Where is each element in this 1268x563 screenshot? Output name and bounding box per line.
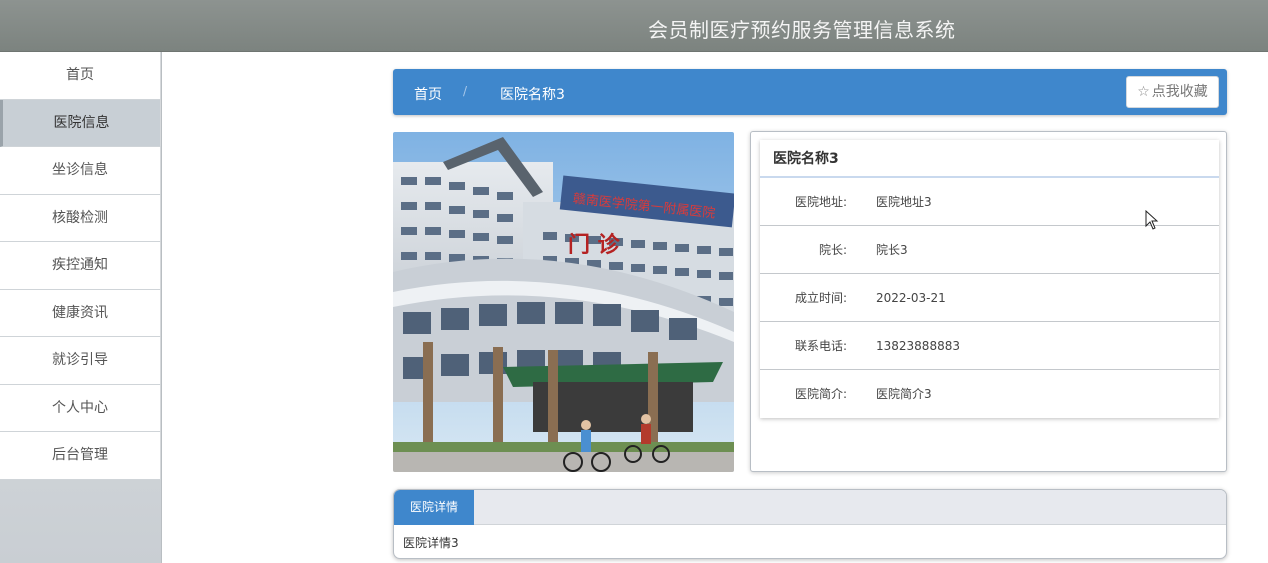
sidebar-nav: 首页 医院信息 坐诊信息 核酸检测 疾控通知 健康资讯 就诊引导 个人中心 后台… bbox=[0, 52, 162, 563]
sidebar-item-cdc-notice[interactable]: 疾控通知 bbox=[0, 242, 161, 290]
clinic-sign-text: 门 诊 bbox=[568, 232, 621, 258]
address-label: 医院地址: bbox=[794, 195, 847, 209]
hospital-detail-panel: 医院详情 医院详情3 bbox=[393, 489, 1227, 559]
info-row-phone: 联系电话: 13823888883 bbox=[760, 322, 1219, 370]
tab-hospital-detail[interactable]: 医院详情 bbox=[394, 490, 474, 525]
hospital-info-panel: 医院名称3 医院地址: 医院地址3 院长: 院长3 成立时间: 2022-03-… bbox=[750, 131, 1227, 472]
director-label: 院长: bbox=[818, 243, 847, 257]
sidebar-item-visit-guide[interactable]: 就诊引导 bbox=[0, 337, 161, 385]
favorite-button-label: 点我收藏 bbox=[1151, 84, 1208, 100]
mouse-cursor-icon bbox=[1145, 210, 1159, 230]
breadcrumb: 首页 / 医院名称3 ☆ 点我收藏 bbox=[393, 69, 1227, 115]
star-outline-icon: ☆ bbox=[1137, 84, 1150, 100]
info-row-founded: 成立时间: 2022-03-21 bbox=[760, 274, 1219, 322]
address-value: 医院地址3 bbox=[876, 195, 932, 209]
top-header-bar: 会员制医疗预约服务管理信息系统 bbox=[0, 0, 1268, 52]
intro-label: 医院简介: bbox=[794, 387, 847, 401]
sidebar-item-hospital-info[interactable]: 医院信息 bbox=[0, 99, 161, 147]
sidebar-item-health-news[interactable]: 健康资讯 bbox=[0, 289, 161, 337]
breadcrumb-separator: / bbox=[463, 84, 468, 98]
hospital-detail-content: 医院详情3 bbox=[403, 536, 459, 550]
detail-tabstrip: 医院详情 bbox=[394, 490, 1226, 525]
founded-label: 成立时间: bbox=[794, 291, 847, 305]
system-title: 会员制医疗预约服务管理信息系统 bbox=[648, 18, 956, 42]
sidebar-item-home[interactable]: 首页 bbox=[0, 52, 161, 100]
breadcrumb-current: 医院名称3 bbox=[500, 87, 565, 103]
phone-value: 13823888883 bbox=[876, 339, 960, 353]
intro-value: 医院简介3 bbox=[876, 387, 932, 401]
sidebar-item-nucleic-acid-test[interactable]: 核酸检测 bbox=[0, 194, 161, 242]
founded-value: 2022-03-21 bbox=[876, 291, 946, 305]
hospital-info-card: 医院名称3 医院地址: 医院地址3 院长: 院长3 成立时间: 2022-03-… bbox=[760, 140, 1219, 418]
breadcrumb-home-link[interactable]: 首页 bbox=[414, 84, 442, 104]
sidebar-item-admin[interactable]: 后台管理 bbox=[0, 432, 161, 480]
sidebar-item-personal-center[interactable]: 个人中心 bbox=[0, 384, 161, 432]
sidebar-item-consultation-info[interactable]: 坐诊信息 bbox=[0, 147, 161, 195]
info-row-director: 院长: 院长3 bbox=[760, 226, 1219, 274]
favorite-button[interactable]: ☆ 点我收藏 bbox=[1126, 76, 1219, 108]
hospital-name: 医院名称3 bbox=[760, 140, 1219, 178]
director-value: 院长3 bbox=[876, 243, 908, 257]
hospital-photo: 赣南医学院第一附属医院 门 诊 bbox=[393, 132, 734, 472]
info-row-intro: 医院简介: 医院简介3 bbox=[760, 370, 1219, 418]
phone-label: 联系电话: bbox=[794, 339, 847, 353]
